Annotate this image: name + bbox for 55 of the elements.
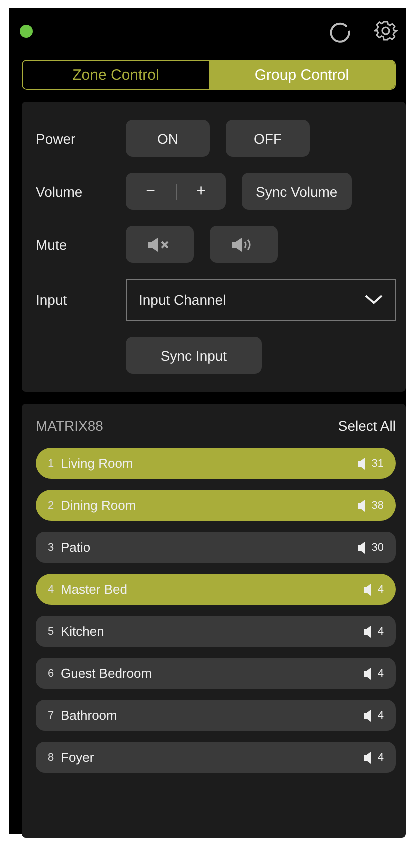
zone-name: Dining Room [61, 498, 138, 513]
mute-label: Mute [36, 236, 68, 252]
speaker-icon [356, 456, 366, 470]
chevron-down-icon [365, 295, 383, 305]
zone-volume: 30 [372, 542, 384, 554]
zone-number: 1 [48, 458, 56, 470]
zone-number: 7 [48, 710, 56, 722]
zone-item[interactable]: 6 Guest Bedroom 4 [36, 658, 396, 689]
sync-volume-button[interactable]: Sync Volume [242, 173, 352, 210]
speaker-icon [362, 624, 372, 638]
zone-number: 6 [48, 668, 56, 680]
speaker-icon [362, 582, 372, 596]
input-label: Input [36, 292, 68, 308]
zone-item[interactable]: 8 Foyer 4 [36, 742, 396, 773]
zone-name: Guest Bedroom [61, 666, 154, 681]
volume-down-button[interactable]: − [126, 173, 176, 210]
zone-name: Master Bed [61, 582, 128, 597]
zone-number: 4 [48, 584, 56, 596]
speaker-icon [356, 498, 366, 512]
volume-label: Volume [36, 184, 84, 200]
zone-volume: 4 [378, 752, 384, 764]
input-dropdown[interactable]: Input Channel [126, 279, 396, 321]
power-button[interactable]: ON [126, 120, 210, 157]
zone-item[interactable]: 5 Kitchen 4 [36, 616, 396, 647]
zone-name: Patio [61, 540, 92, 555]
settings-icon[interactable] [374, 19, 398, 43]
power-label: Power [36, 130, 77, 146]
zone-volume: 4 [378, 584, 384, 596]
zone-number: 2 [48, 500, 56, 512]
speaker-icon [356, 540, 366, 554]
zone-name: Bathroom [61, 708, 118, 723]
zone-number: 5 [48, 626, 56, 638]
speaker-icon [362, 750, 372, 764]
zone-name: Foyer [61, 750, 96, 765]
zone-item[interactable]: 7 Bathroom 4 [36, 700, 396, 731]
speaker-icon [362, 708, 372, 722]
zone-volume: 4 [378, 626, 384, 638]
volume-up-button[interactable]: + [176, 173, 226, 210]
zone-volume: 4 [378, 668, 384, 680]
sync-input-button[interactable]: Sync Input [126, 337, 262, 374]
mute-button[interactable] [126, 226, 194, 263]
zone-item[interactable]: 3 Patio 30 [36, 532, 396, 563]
zone-name: Kitchen [61, 624, 106, 639]
device-title: MATRIX88 [36, 418, 104, 434]
select-all-button[interactable]: Select All [338, 418, 396, 434]
zone-name: Living Room [61, 456, 134, 471]
volume-stepper[interactable]: − + [126, 173, 226, 210]
power-button[interactable]: OFF [226, 120, 310, 157]
zone-number: 3 [48, 542, 56, 554]
zone-volume: 31 [372, 458, 384, 470]
zone-volume: 4 [378, 710, 384, 722]
unmute-button[interactable] [210, 226, 278, 263]
speaker-icon [362, 666, 372, 680]
zone-volume: 38 [372, 500, 384, 512]
zone-number: 8 [48, 752, 56, 764]
